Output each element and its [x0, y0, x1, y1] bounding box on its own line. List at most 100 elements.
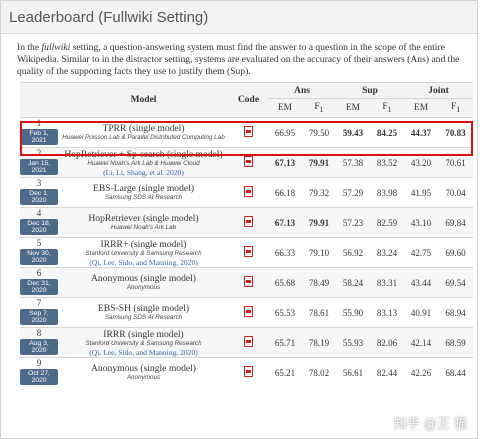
institution: Stanford University & Samsung Research [85, 339, 202, 347]
date-badge: Jan 15, 2021 [20, 159, 58, 175]
pdf-icon[interactable] [244, 245, 253, 257]
joint-em-cell: 42.75 [404, 237, 439, 268]
institution: Samsung SDS AI Research [104, 194, 183, 201]
citation-link[interactable]: (Qi, Lee, Sido, and Manning, 2020) [58, 258, 229, 267]
rank-cell: 6 Dec 31, 2020 [20, 267, 58, 298]
joint-em-cell: 43.44 [404, 267, 439, 298]
model-name: IRRR (single model) [103, 328, 184, 340]
model-cell: Anonymous (single model) Anonymous [58, 357, 229, 388]
card-header: Leaderboard (Fullwiki Setting) [1, 1, 477, 34]
sup-f1-cell: 83.24 [370, 237, 405, 268]
sup-f1-cell: 82.59 [370, 207, 405, 238]
joint-f1-cell: 69.60 [438, 237, 474, 268]
ans-em-cell: 66.18 [268, 177, 302, 208]
sup-f1-cell: 82.06 [370, 327, 405, 358]
date-badge: Oct 27, 2020 [20, 369, 58, 386]
intro-text-2: setting, a question-answering system mus… [17, 42, 460, 78]
joint-em-cell: 43.10 [404, 207, 439, 238]
ans-f1-cell: 78.61 [302, 297, 336, 328]
sup-em-cell: 56.92 [336, 237, 370, 268]
sup-f1-cell: 83.13 [370, 297, 405, 328]
model-cell: EBS-SH (single model) Samsung SDS AI Rese… [58, 297, 229, 328]
sup-em-cell: 57.29 [336, 177, 370, 208]
rank-number: 5 [36, 238, 42, 248]
date-badge: Dec 1, 2020 [20, 189, 58, 205]
institution: Anonymous [126, 374, 161, 382]
joint-f1-cell: 69.54 [438, 267, 474, 298]
joint-f1-cell: 68.94 [438, 297, 474, 328]
joint-f1-header: F1 [438, 98, 474, 118]
ans-f1-header: F1 [302, 98, 336, 118]
rank-cell: 7 Sep 7, 2020 [20, 297, 58, 328]
sup-em-cell: 58.24 [336, 267, 370, 298]
code-cell [229, 177, 268, 208]
joint-f1-cell: 68.59 [438, 327, 474, 358]
table-row: 3 Dec 1, 2020 EBS-Large (single model) Sams… [20, 177, 474, 208]
rank-number: 3 [36, 178, 42, 188]
code-header: Code [229, 82, 268, 118]
model-name: HopRetriever (single model) [88, 213, 199, 224]
joint-em-cell: 40.91 [404, 297, 439, 328]
rank-cell: 4 Dec 18, 2020 [20, 207, 58, 238]
pdf-icon[interactable] [244, 335, 253, 347]
watermark: 知乎 @王 猫 [393, 417, 467, 432]
ans-f1-cell: 79.32 [302, 177, 336, 208]
table-row: 7 Sep 7, 2020 EBS-SH (single model) Samsung… [20, 297, 474, 328]
table-row: 4 Dec 18, 2020 HopRetriever (single model)… [20, 207, 474, 238]
model-cell: Anonymous (single model) Anonymous [58, 267, 229, 298]
leaderboard-card: Leaderboard (Fullwiki Setting) In the fu… [0, 0, 478, 439]
rank-cell: 5 Nov 30, 2020 [20, 237, 58, 268]
date-badge: Sep 7, 2020 [20, 309, 58, 325]
ans-em-cell: 65.68 [268, 267, 302, 298]
joint-header: Joint [404, 82, 474, 99]
rank-number: 8 [36, 328, 42, 338]
ans-f1-cell: 79.10 [302, 237, 336, 268]
institution: Samsung SDS AI Research [104, 314, 183, 321]
pdf-icon[interactable] [244, 155, 253, 167]
table-row: 6 Dec 31, 2020 Anonymous (single model) Ano… [20, 267, 474, 298]
ans-em-cell: 66.33 [268, 237, 302, 268]
joint-f1-cell: 69.84 [438, 207, 474, 238]
sup-f1-cell: 83.31 [370, 267, 405, 298]
model-cell: EBS-Large (single model) Samsung SDS AI R… [58, 177, 229, 208]
institution: Huawei Noah's Ark Lab [110, 224, 177, 231]
model-cell: IRRR+ (single model) Stanford University … [58, 237, 229, 268]
table-row: 8 Aug 3, 2020 IRRR (single model) Stanford … [20, 327, 474, 358]
intro-emphasis: fullwiki [41, 42, 71, 53]
code-cell [229, 267, 268, 298]
model-name: EBS-Large (single model) [92, 183, 195, 194]
model-name: Anonymous (single model) [91, 273, 196, 284]
joint-f1-cell: 70.04 [438, 177, 474, 208]
intro-text-1: In the [17, 42, 42, 53]
pdf-icon[interactable] [244, 305, 253, 317]
citation-link[interactable]: (Li, Li, Shang, et al. 2020) [58, 168, 229, 177]
pdf-icon[interactable] [244, 275, 253, 287]
citation-link[interactable]: (Qi, Lee, Sido, and Manning, 2020) [58, 348, 229, 357]
rank-cell: 8 Aug 3, 2020 [20, 327, 58, 358]
pdf-icon[interactable] [244, 215, 253, 227]
date-badge: Dec 18, 2020 [20, 219, 58, 235]
date-badge: Aug 3, 2020 [20, 339, 58, 355]
sup-em-cell: 55.93 [336, 327, 370, 358]
ans-f1-cell: 78.02 [302, 357, 336, 388]
model-header: Model [58, 82, 229, 118]
highlight-box [20, 121, 473, 156]
model-cell: HopRetriever (single model) Huawei Noah's… [58, 207, 229, 238]
ans-em-cell: 65.21 [268, 357, 302, 388]
sup-f1-cell: 83.98 [370, 177, 405, 208]
code-cell [229, 327, 268, 358]
intro-paragraph: In the fullwiki setting, a question-answ… [17, 42, 469, 79]
model-name: Anonymous (single model) [91, 363, 196, 375]
code-cell [229, 207, 268, 238]
joint-em-cell: 41.95 [404, 177, 439, 208]
sup-header: Sup [336, 82, 405, 99]
pdf-icon[interactable] [244, 185, 253, 197]
joint-em-cell: 42.26 [404, 357, 439, 388]
ans-f1-cell: 79.91 [302, 207, 336, 238]
rank-number: 6 [36, 268, 42, 278]
rank-header [20, 82, 58, 118]
ans-em-cell: 67.13 [268, 207, 302, 238]
ans-f1-cell: 78.49 [302, 267, 336, 298]
pdf-icon[interactable] [244, 365, 253, 377]
model-name: IRRR+ (single model) [100, 238, 187, 250]
